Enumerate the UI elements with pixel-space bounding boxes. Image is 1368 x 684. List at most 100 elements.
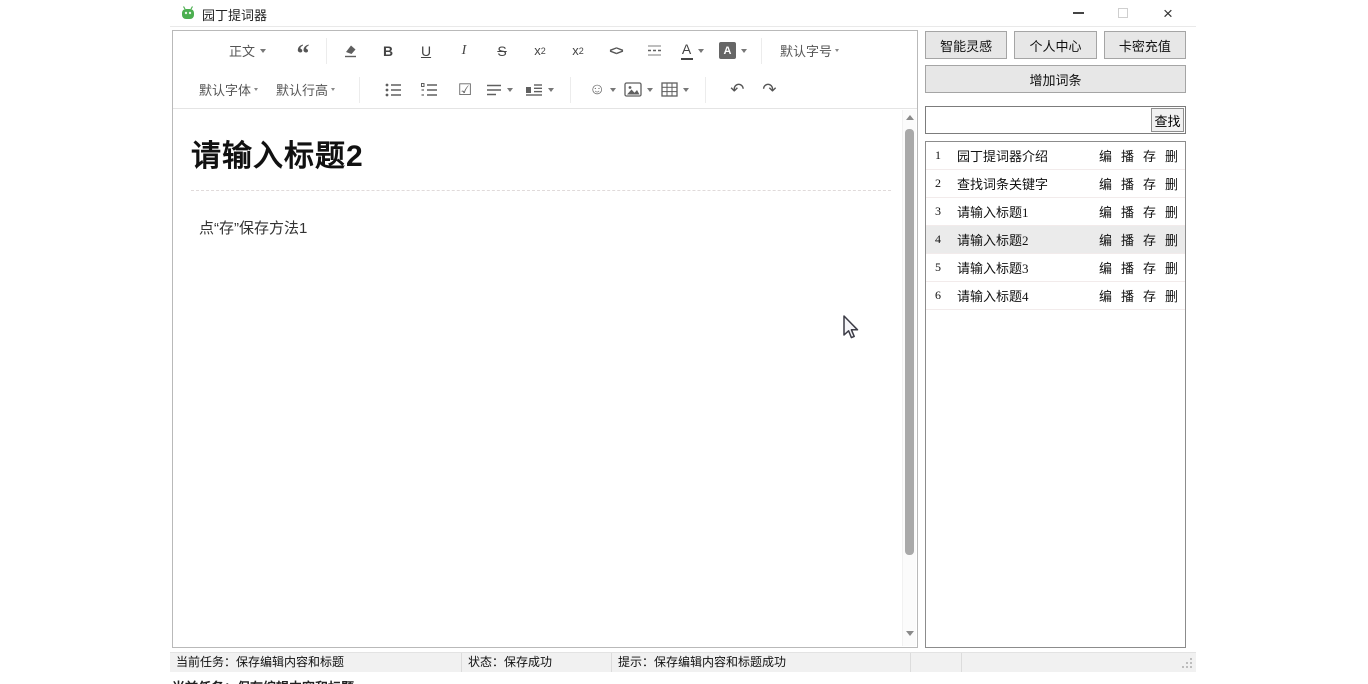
scrollbar-thumb[interactable] <box>905 129 914 555</box>
eraser-icon <box>342 42 359 59</box>
maximize-button[interactable] <box>1101 0 1145 26</box>
list-item[interactable]: 5 请输入标题3 编 播 存 删 <box>926 254 1185 282</box>
edit-action[interactable]: 编 <box>1099 258 1112 277</box>
editor-panel: 正文 “ B U I S x2 x2 <box>172 30 918 648</box>
clipped-status-line: 当前任务：保存编辑内容和标题 <box>172 677 472 684</box>
chevron-down-icon <box>548 88 554 92</box>
delete-action[interactable]: 删 <box>1165 202 1178 221</box>
search-input[interactable] <box>925 106 1186 134</box>
editor-content-area[interactable]: 请输入标题2 点“存”保存方法1 <box>173 109 917 238</box>
underline-button[interactable]: U <box>413 37 439 65</box>
superscript-button[interactable]: x2 <box>527 37 553 65</box>
minimize-button[interactable] <box>1056 0 1100 26</box>
title-bar: 园丁提词器 × <box>0 0 1368 26</box>
emoji-dropdown[interactable]: ☺ <box>589 76 616 104</box>
italic-button[interactable]: I <box>451 37 477 65</box>
edit-action[interactable]: 编 <box>1099 146 1112 165</box>
resize-grip-icon[interactable] <box>1182 658 1193 669</box>
indent-dropdown[interactable] <box>525 76 554 104</box>
save-action[interactable]: 存 <box>1143 258 1156 277</box>
undo-button[interactable]: ↶ <box>724 76 750 104</box>
bold-button[interactable]: B <box>375 37 401 65</box>
quote-icon: “ <box>297 41 310 61</box>
document-title[interactable]: 请输入标题2 <box>191 131 877 175</box>
personal-center-button[interactable]: 个人中心 <box>1014 31 1096 59</box>
edit-action[interactable]: 编 <box>1099 230 1112 249</box>
delete-action[interactable]: 删 <box>1165 258 1178 277</box>
save-action[interactable]: 存 <box>1143 174 1156 193</box>
save-action[interactable]: 存 <box>1143 202 1156 221</box>
add-entry-button[interactable]: 增加词条 <box>925 65 1186 93</box>
bullet-list-button[interactable] <box>380 76 406 104</box>
save-action[interactable]: 存 <box>1143 146 1156 165</box>
table-icon <box>661 82 678 97</box>
check-list-button[interactable]: ☑ <box>452 76 478 104</box>
image-dropdown[interactable] <box>624 76 653 104</box>
sidebar-panel: 智能灵感 个人中心 卡密充值 增加词条 查找 1 园丁提词器介绍 编 播 存 删… <box>925 31 1186 648</box>
save-action[interactable]: 存 <box>1143 230 1156 249</box>
list-item[interactable]: 3 请输入标题1 编 播 存 删 <box>926 198 1185 226</box>
scroll-up-icon[interactable] <box>906 115 914 120</box>
font-size-dropdown[interactable]: 默认字号 <box>780 37 839 65</box>
list-item-selected[interactable]: 4 请输入标题2 编 播 存 删 <box>926 226 1185 254</box>
entry-title[interactable]: 请输入标题3 <box>957 258 1090 277</box>
line-height-dropdown[interactable]: 默认行高 <box>276 76 335 104</box>
highlight-color-icon: A <box>719 42 736 59</box>
chevron-down-icon <box>610 88 616 92</box>
smart-inspiration-button[interactable]: 智能灵感 <box>925 31 1007 59</box>
list-item[interactable]: 6 请输入标题4 编 播 存 删 <box>926 282 1185 310</box>
horizontal-rule-icon <box>646 42 663 59</box>
image-icon <box>624 82 642 97</box>
edit-action[interactable]: 编 <box>1099 174 1112 193</box>
entry-title[interactable]: 请输入标题4 <box>957 286 1090 305</box>
paragraph-style-dropdown[interactable]: 正文 <box>229 37 266 65</box>
play-action[interactable]: 播 <box>1121 202 1134 221</box>
list-item[interactable]: 2 查找词条关键字 编 播 存 删 <box>926 170 1185 198</box>
document-body[interactable]: 点“存”保存方法1 <box>191 217 877 238</box>
list-item[interactable]: 1 园丁提词器介绍 编 播 存 删 <box>926 142 1185 170</box>
delete-action[interactable]: 删 <box>1165 146 1178 165</box>
delete-action[interactable]: 删 <box>1165 230 1178 249</box>
align-dropdown[interactable] <box>486 76 513 104</box>
code-button[interactable]: <> <box>603 37 629 65</box>
blockquote-button[interactable]: “ <box>290 37 316 65</box>
edit-action[interactable]: 编 <box>1099 202 1112 221</box>
delete-action[interactable]: 删 <box>1165 174 1178 193</box>
editor-scrollbar[interactable] <box>902 110 916 646</box>
entry-title[interactable]: 园丁提词器介绍 <box>957 146 1090 165</box>
play-action[interactable]: 播 <box>1121 286 1134 305</box>
toolbar-separator <box>359 77 360 103</box>
highlight-color-dropdown[interactable]: A <box>719 37 747 65</box>
undo-icon: ↶ <box>730 80 744 100</box>
entry-title[interactable]: 查找词条关键字 <box>957 174 1090 193</box>
status-empty-segment <box>962 653 1196 672</box>
clear-format-button[interactable] <box>337 37 363 65</box>
delete-action[interactable]: 删 <box>1165 286 1178 305</box>
card-recharge-button[interactable]: 卡密充值 <box>1104 31 1186 59</box>
subscript-button[interactable]: x2 <box>565 37 591 65</box>
table-dropdown[interactable] <box>661 76 689 104</box>
save-action[interactable]: 存 <box>1143 286 1156 305</box>
horizontal-rule-button[interactable] <box>641 37 667 65</box>
font-family-dropdown[interactable]: 默认字体 <box>199 76 258 104</box>
play-action[interactable]: 播 <box>1121 174 1134 193</box>
font-color-icon: A <box>681 42 693 60</box>
strikethrough-button[interactable]: S <box>489 37 515 65</box>
edit-action[interactable]: 编 <box>1099 286 1112 305</box>
entry-index: 2 <box>935 176 957 191</box>
search-button[interactable]: 查找 <box>1151 108 1184 132</box>
font-color-dropdown[interactable]: A <box>679 37 705 65</box>
ordered-list-button[interactable] <box>416 76 442 104</box>
status-tip: 提示：保存编辑内容和标题成功 <box>612 653 911 672</box>
entry-title[interactable]: 请输入标题2 <box>957 230 1090 249</box>
close-button[interactable]: × <box>1146 0 1190 26</box>
ordered-list-icon <box>420 82 438 98</box>
play-action[interactable]: 播 <box>1121 258 1134 277</box>
entry-title[interactable]: 请输入标题1 <box>957 202 1090 221</box>
chevron-down-icon <box>254 88 258 91</box>
play-action[interactable]: 播 <box>1121 230 1134 249</box>
mouse-cursor <box>840 314 859 342</box>
redo-button[interactable]: ↷ <box>756 76 782 104</box>
play-action[interactable]: 播 <box>1121 146 1134 165</box>
scroll-down-icon[interactable] <box>906 631 914 636</box>
